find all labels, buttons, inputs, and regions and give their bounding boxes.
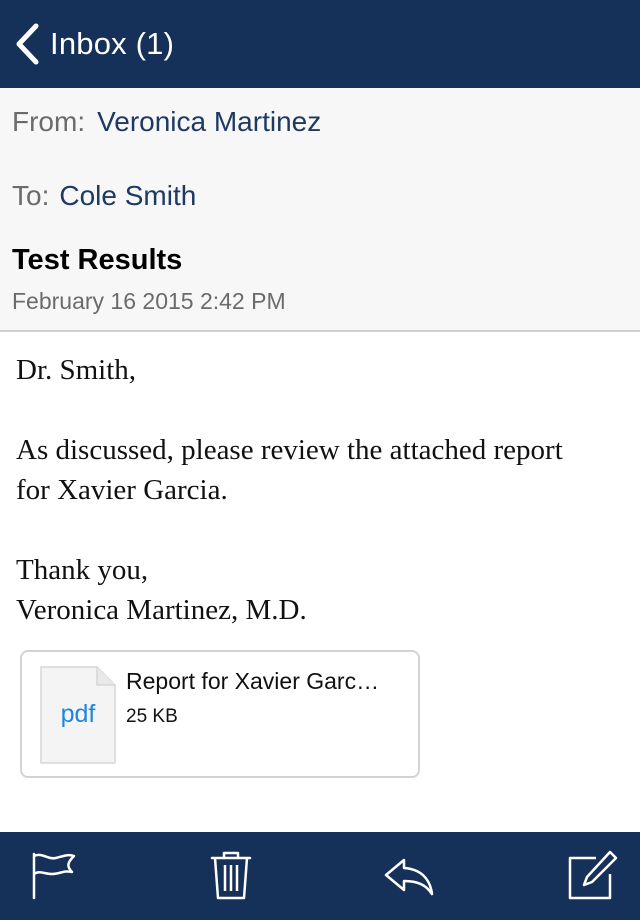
delete-button[interactable] — [203, 848, 259, 904]
flag-icon — [32, 852, 76, 900]
message-body: Dr. Smith, As discussed, please review t… — [16, 350, 631, 630]
to-label: To: — [12, 180, 50, 211]
attachment-card[interactable]: pdf Report for Xavier Garc… 25 KB — [20, 650, 420, 778]
body-line: for Xavier Garcia. — [16, 474, 228, 506]
recipient-name[interactable]: Cole Smith — [59, 180, 196, 212]
sender-name[interactable]: Veronica Martinez — [97, 106, 321, 138]
reply-button[interactable] — [382, 848, 438, 904]
back-button-label: Inbox (1) — [50, 26, 175, 61]
compose-icon — [568, 850, 618, 900]
body-greeting: Dr. Smith, — [16, 354, 137, 386]
navigation-bar: Inbox (1) — [0, 0, 640, 88]
from-label: From: — [12, 106, 86, 137]
from-row: From: Veronica Martinez — [12, 106, 321, 138]
message-subject: Test Results — [12, 244, 183, 276]
message-date: February 16 2015 2:42 PM — [12, 288, 286, 314]
reply-icon — [384, 858, 434, 896]
body-signature: Veronica Martinez, M.D. — [16, 594, 307, 626]
bottom-toolbar — [0, 832, 640, 920]
trash-icon — [210, 851, 252, 900]
attachment-name: Report for Xavier Garc… — [126, 668, 380, 694]
attachment-file-type: pdf — [60, 700, 96, 728]
flag-button[interactable] — [26, 848, 82, 904]
chevron-left-icon — [16, 23, 39, 65]
to-row: To: Cole Smith — [12, 180, 196, 212]
compose-button[interactable] — [566, 848, 622, 904]
message-header: From: Veronica Martinez To: Cole Smith T… — [0, 88, 640, 332]
body-closing: Thank you, — [16, 554, 149, 586]
body-line: As discussed, please review the attached… — [16, 434, 563, 466]
attachment-size: 25 KB — [126, 706, 178, 727]
back-button[interactable]: Inbox (1) — [0, 0, 174, 88]
